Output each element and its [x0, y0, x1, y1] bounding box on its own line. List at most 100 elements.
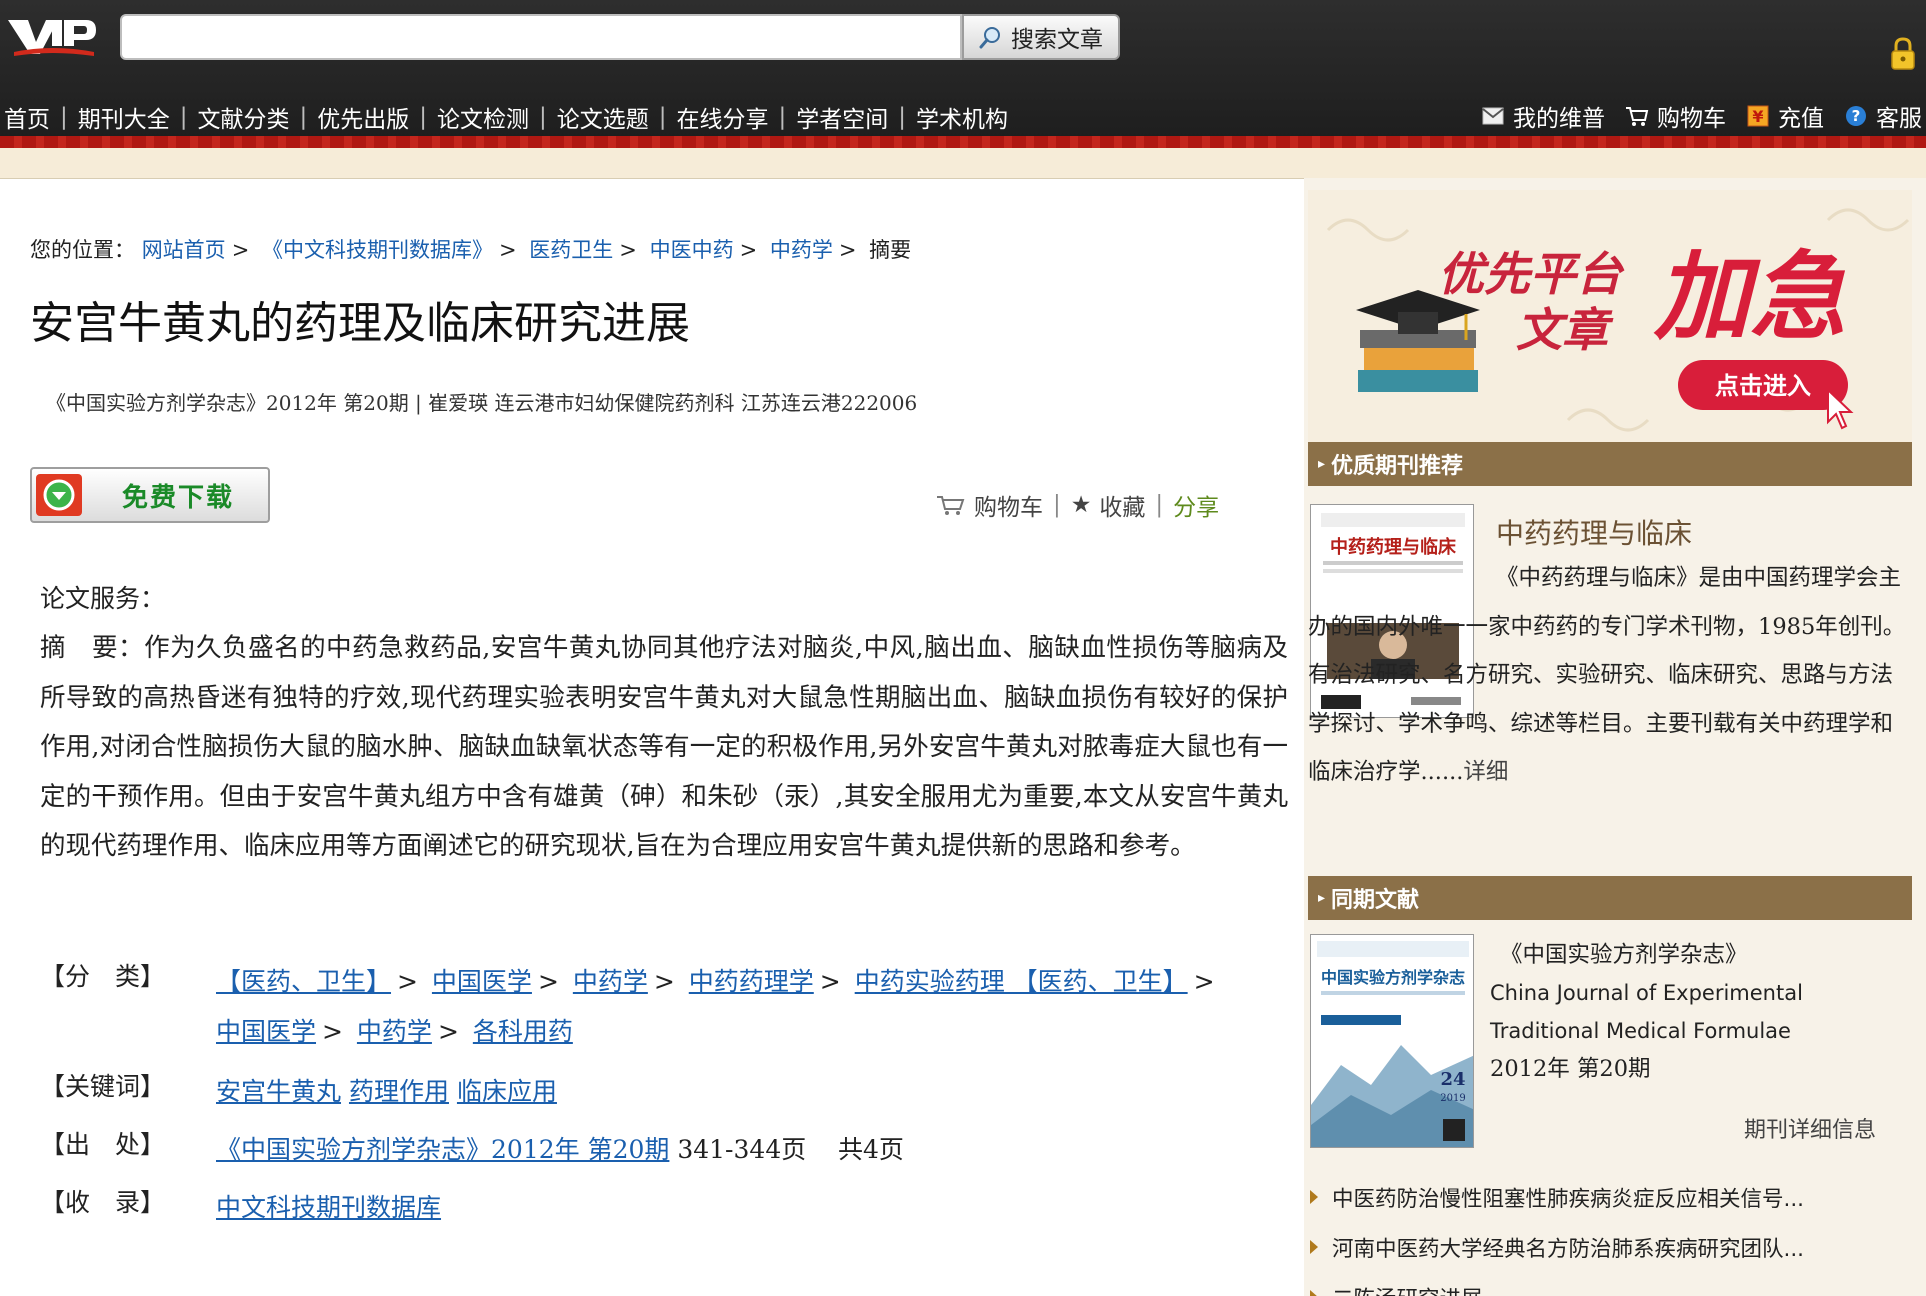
nav-paper-check[interactable]: 论文检测: [433, 100, 533, 134]
abstract-text: 作为久负盛名的中药急救药品,安宫牛黄丸协同其他疗法对脑炎,中风,脑出血、脑缺血性…: [40, 633, 1288, 861]
nav-online-share[interactable]: 在线分享: [673, 100, 773, 134]
breadcrumb-database[interactable]: 《中文科技期刊数据库》: [262, 238, 493, 262]
yuan-icon: ¥: [1747, 105, 1769, 127]
related-article-link[interactable]: 中医药防治慢性阻塞性肺疾病炎症反应相关信号...: [1308, 1172, 1912, 1222]
recharge-link[interactable]: ¥ 充值: [1746, 99, 1824, 133]
search-button[interactable]: 搜索文章: [962, 14, 1120, 60]
class-link-specialty-drugs[interactable]: 各科用药: [473, 1017, 573, 1046]
nav-priority-publishing[interactable]: 优先出版: [313, 100, 413, 134]
decorative-band: [0, 136, 1926, 148]
svg-text:中国实验方剂学杂志: 中国实验方剂学杂志: [1321, 968, 1465, 987]
breadcrumb-tcm[interactable]: 中医中药: [650, 238, 734, 262]
keyword-link[interactable]: 安宫牛黄丸: [216, 1077, 341, 1106]
add-to-cart-link[interactable]: 购物车: [974, 488, 1043, 522]
source-total-pages: 共4页: [838, 1135, 904, 1164]
nav-institutions[interactable]: 学术机构: [912, 100, 1012, 134]
caret-right-icon: ▸: [1318, 890, 1326, 906]
nav-categories[interactable]: 文献分类: [194, 100, 294, 134]
included-row: 【收 录】 中文科技期刊数据库: [40, 1183, 1296, 1233]
related-article-link[interactable]: 河南中医药大学经典名方防治肺系疾病研究团队...: [1308, 1222, 1912, 1272]
article-panel: 您的位置： 网站首页 > 《中文科技期刊数据库》 > 医药卫生 > 中医中药 > 中药学…: [0, 178, 1304, 1296]
keywords-row: 【关键词】 安宫牛黄丸 药理作用 临床应用: [40, 1067, 1296, 1117]
service-link[interactable]: ? 客服: [1844, 99, 1922, 133]
nav-journals[interactable]: 期刊大全: [74, 100, 174, 134]
svg-text:2019: 2019: [1440, 1093, 1465, 1104]
svg-text:点击进入: 点击进入: [1715, 372, 1811, 400]
download-label: 免费下载: [122, 482, 235, 513]
source-pages: 341-344页: [677, 1135, 807, 1164]
breadcrumb-pharmacy[interactable]: 中药学: [770, 238, 833, 262]
priority-banner[interactable]: 优先平台 文章 加急 点击进入: [1308, 190, 1912, 442]
nav-scholar-space[interactable]: 学者空间: [792, 100, 892, 134]
keywords-label: 【关键词】: [40, 1072, 166, 1101]
article-meta: 《中国实验方剂学杂志》2012年 第20期 | 崔爱瑛 连云港市妇幼保健院药剂科…: [46, 391, 918, 415]
class-link-chinese-medicine-2[interactable]: 中国医学: [216, 1017, 316, 1046]
issue-journal-cn-title[interactable]: 《中国实验方剂学杂志》: [1490, 936, 1910, 974]
abstract: 摘 要：作为久负盛名的中药急救药品,安宫牛黄丸协同其他疗法对脑炎,中风,脑出血、…: [40, 624, 1288, 872]
cart-link[interactable]: 购物车: [1625, 99, 1726, 133]
graduation-cap-icon: [1356, 290, 1480, 392]
cart-icon: [937, 496, 965, 515]
svg-text:?: ?: [1852, 107, 1861, 125]
included-label: 【收 录】: [40, 1188, 166, 1217]
nav-topic-selection[interactable]: 论文选题: [553, 100, 653, 134]
included-database-link[interactable]: 中文科技期刊数据库: [216, 1193, 441, 1222]
source-link[interactable]: 《中国实验方剂学杂志》2012年 第20期: [216, 1135, 669, 1164]
related-article-link[interactable]: 二陈汤研究进展: [1308, 1272, 1912, 1296]
sidebar: 优先平台 文章 加急 点击进入 ▸ 优质期刊推荐 中药药理与临床 中药药理与临床…: [1304, 178, 1926, 1296]
class-link-chinese-medicine[interactable]: 中国医学: [432, 967, 532, 996]
triangle-right-icon: [1310, 1240, 1318, 1254]
class-link-medicine[interactable]: 【医药、卫生】: [216, 967, 391, 996]
same-issue-heading: ▸ 同期文献: [1308, 876, 1912, 920]
top-bar: 搜索文章 首页 | 期刊大全 | 文献分类 | 优先出版 | 论文检测 | 论文选题 | 在…: [0, 0, 1926, 140]
main-nav: 首页 | 期刊大全 | 文献分类 | 优先出版 | 论文检测 | 论文选题 | 在线分享 | …: [0, 100, 1012, 134]
source-label: 【出 处】: [40, 1130, 166, 1159]
share-link[interactable]: 分享: [1173, 488, 1219, 522]
class-link-experimental-pharmacology[interactable]: 中药实验药理 【医药、卫生】: [855, 967, 1188, 996]
class-link-pharmacology[interactable]: 中药药理学: [689, 967, 814, 996]
triangle-right-icon: [1310, 1290, 1318, 1296]
search-input[interactable]: [120, 14, 962, 60]
favorite-link[interactable]: 收藏: [1099, 488, 1145, 522]
issue-journal-info: 《中国实验方剂学杂志》 China Journal of Experimenta…: [1490, 936, 1910, 1088]
mail-icon: [1482, 107, 1504, 125]
svg-text:优先平台: 优先平台: [1438, 247, 1625, 301]
classification-row: 【分 类】 【医药、卫生】 > 中国医学 > 中药学 > 中药药理学 > 中药实验药理 …: [40, 957, 1296, 1057]
class-link-pharmacy[interactable]: 中药学: [573, 967, 648, 996]
source-row: 【出 处】 《中国实验方剂学杂志》2012年 第20期 341-344页 共4页: [40, 1125, 1296, 1175]
download-icon: [36, 474, 82, 516]
nav-home[interactable]: 首页: [0, 100, 54, 134]
user-nav: 我的维普 购物车 ¥ 充值 ? 客服: [1467, 98, 1922, 134]
triangle-right-icon: [1310, 1190, 1318, 1204]
svg-text:文章: 文章: [1516, 303, 1614, 357]
issue-journal-cover[interactable]: 中国实验方剂学杂志 24 2019: [1310, 934, 1474, 1148]
magnifier-icon: [979, 27, 1000, 49]
free-download-button[interactable]: 免费下载: [30, 467, 270, 523]
recommend-journal-title[interactable]: 中药药理与临床: [1496, 512, 1692, 552]
svg-text:加急: 加急: [1653, 241, 1846, 353]
lock-icon[interactable]: [1888, 36, 1918, 72]
breadcrumb: 您的位置： 网站首页 > 《中文科技期刊数据库》 > 医药卫生 > 中医中药 > 中药学…: [30, 238, 912, 262]
recommend-detail-link[interactable]: 详细: [1463, 759, 1508, 785]
breadcrumb-home[interactable]: 网站首页: [142, 238, 226, 262]
keyword-link[interactable]: 临床应用: [457, 1077, 557, 1106]
svg-text:24: 24: [1440, 1069, 1465, 1090]
breadcrumb-medicine[interactable]: 医药卫生: [529, 238, 613, 262]
abstract-label: 摘 要：: [40, 633, 145, 663]
page-title: 安宫牛黄丸的药理及临床研究进展: [30, 298, 690, 349]
journal-detail-link[interactable]: 期刊详细信息: [1744, 1112, 1876, 1144]
recommend-journal-description: 《中药药理与临床》是由中国药理学会主办的国内外唯一一家中药药的专门学术刊物，19…: [1308, 565, 1906, 785]
vip-logo[interactable]: [6, 14, 98, 60]
star-icon: ★: [1070, 492, 1092, 518]
classification-label: 【分 类】: [40, 962, 166, 991]
keyword-link[interactable]: 药理作用: [349, 1077, 449, 1106]
related-articles-list: 中医药防治慢性阻塞性肺疾病炎症反应相关信号... 河南中医药大学经典名方防治肺系…: [1308, 1172, 1912, 1296]
breadcrumb-current: 摘要: [869, 238, 912, 262]
service-label: 论文服务：: [40, 584, 166, 613]
class-link-pharmacy-2[interactable]: 中药学: [357, 1017, 432, 1046]
svg-text:¥: ¥: [1752, 107, 1763, 126]
search-button-label: 搜索文章: [1011, 27, 1103, 53]
issue-journal-en-title: China Journal of Experimental Traditiona…: [1490, 981, 1803, 1043]
article-actions: 购物车 | ★ 收藏 | 分享: [936, 488, 1219, 522]
my-vip-link[interactable]: 我的维普: [1481, 99, 1605, 133]
